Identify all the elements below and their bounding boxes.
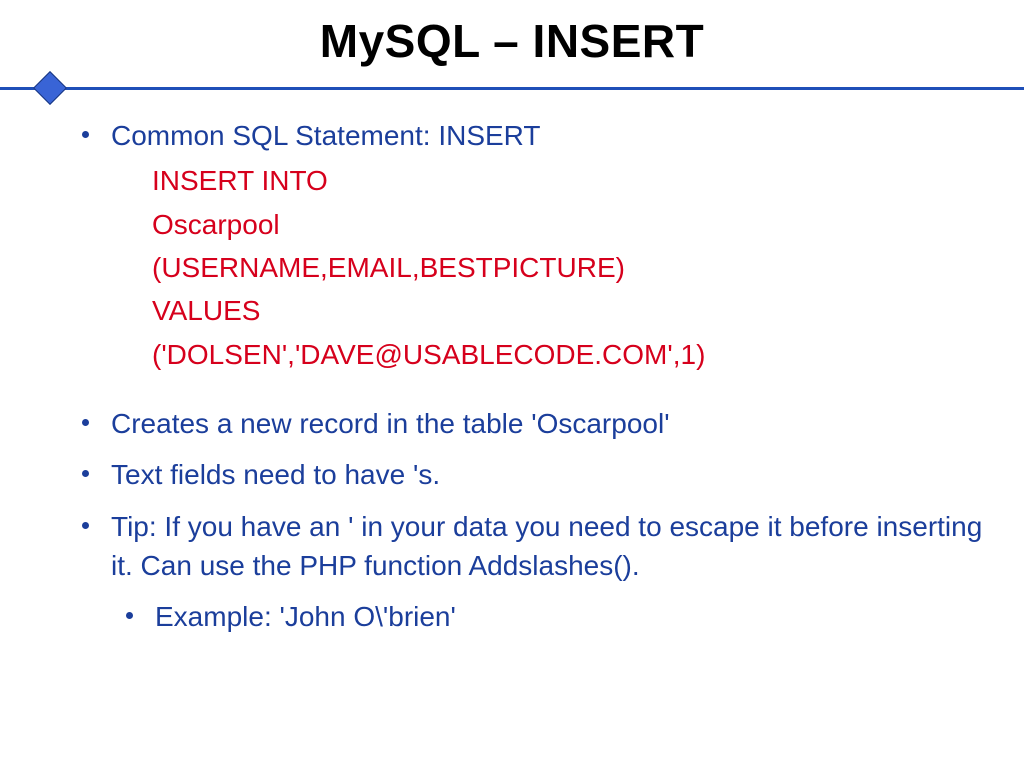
bullet-item: Tip: If you have an ' in your data you n…: [82, 507, 984, 585]
bullet-text: Creates a new record in the table 'Oscar…: [111, 404, 670, 443]
bullet-icon: [82, 522, 89, 529]
code-line: ('DOLSEN','DAVE@USABLECODE.COM',1): [152, 333, 984, 376]
code-line: Oscarpool: [152, 203, 984, 246]
bullet-item: Text fields need to have 's.: [82, 455, 984, 494]
bullet-icon: [82, 419, 89, 426]
bullet-item: Common SQL Statement: INSERT: [82, 116, 984, 155]
code-line: (USERNAME,EMAIL,BESTPICTURE): [152, 246, 984, 289]
slide-title-area: MySQL – INSERT: [0, 0, 1024, 76]
bullet-item: Example: 'John O\'brien': [126, 597, 984, 636]
code-line: VALUES: [152, 289, 984, 332]
code-block: INSERT INTO Oscarpool (USERNAME,EMAIL,BE…: [152, 159, 984, 376]
bullet-icon: [82, 131, 89, 138]
slide-title: MySQL – INSERT: [0, 14, 1024, 68]
slide-content: Common SQL Statement: INSERT INSERT INTO…: [0, 116, 1024, 636]
bullet-text: Common SQL Statement: INSERT: [111, 116, 541, 155]
divider-line: [0, 87, 1024, 90]
bullet-text: Text fields need to have 's.: [111, 455, 440, 494]
bullet-icon: [82, 470, 89, 477]
bullet-text: Tip: If you have an ' in your data you n…: [111, 507, 984, 585]
bullet-item: Creates a new record in the table 'Oscar…: [82, 404, 984, 443]
code-line: INSERT INTO: [152, 159, 984, 202]
bullet-text: Example: 'John O\'brien': [155, 597, 456, 636]
diamond-icon: [33, 71, 67, 105]
title-divider: [0, 76, 1024, 100]
bullet-icon: [126, 612, 133, 619]
